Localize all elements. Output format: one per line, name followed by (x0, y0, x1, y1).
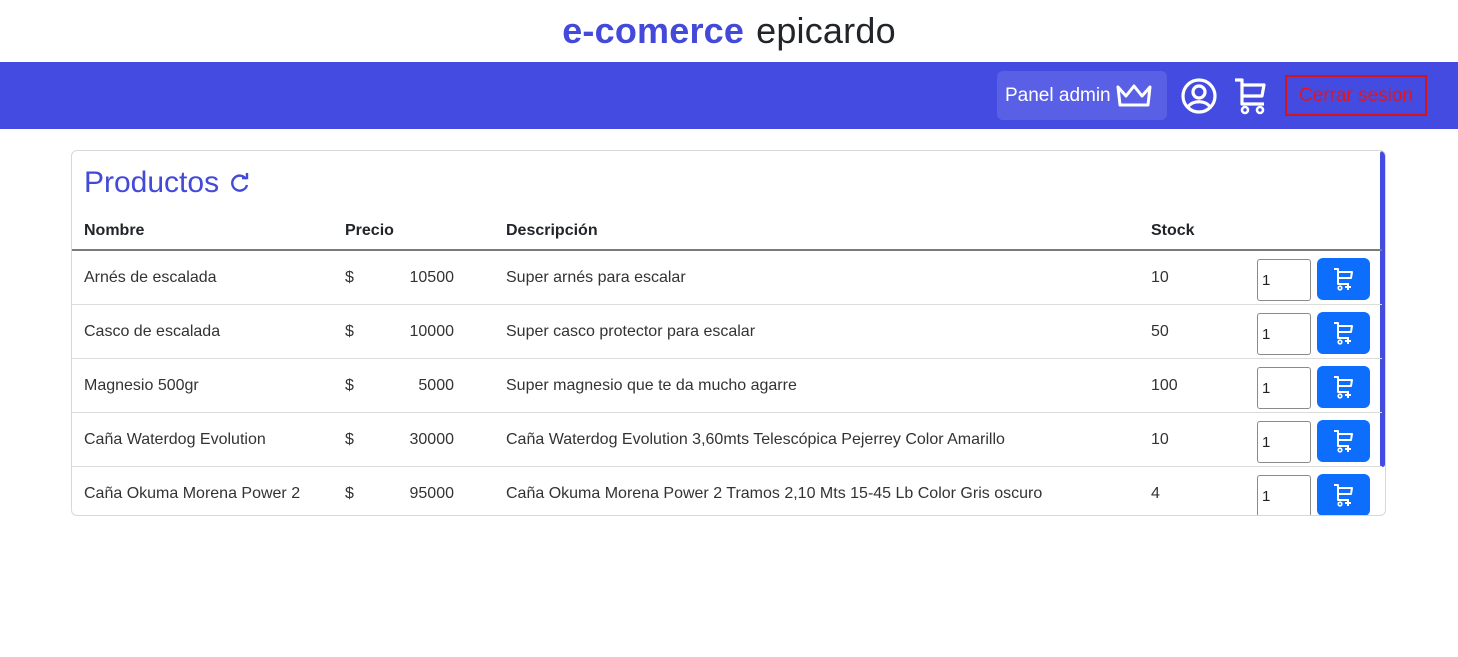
user-circle-icon[interactable] (1180, 77, 1218, 115)
cart-plus-icon (1333, 376, 1353, 399)
admin-panel-button[interactable]: Panel admin (997, 71, 1167, 120)
product-name: Caña Waterdog Evolution (84, 430, 266, 448)
cart-plus-icon (1333, 430, 1353, 453)
brand-name-strong: e-comerce (562, 10, 745, 51)
table-row: Caña Okuma Morena Power 2 $ 95000 Caña O… (72, 467, 1382, 515)
quantity-input[interactable] (1257, 421, 1311, 463)
brand-name-rest: epicardo (756, 10, 896, 51)
product-price: 30000 (409, 430, 455, 448)
column-header-description: Descripción (506, 222, 598, 239)
column-header-stock: Stock (1151, 222, 1195, 239)
navbar: Panel admin Cerrar sesion (0, 62, 1458, 129)
quantity-input[interactable] (1257, 367, 1311, 409)
product-name: Magnesio 500gr (84, 376, 199, 394)
currency-symbol: $ (345, 376, 354, 394)
column-header-price: Precio (345, 222, 394, 239)
product-description: Super casco protector para escalar (506, 322, 756, 340)
site-title: e-comerce epicardo (0, 0, 1458, 62)
product-price: 10000 (409, 322, 455, 340)
product-name: Arnés de escalada (84, 268, 217, 286)
add-to-cart-button[interactable] (1317, 366, 1370, 408)
product-description: Super arnés para escalar (506, 268, 686, 286)
currency-symbol: $ (345, 485, 354, 502)
product-name: Caña Okuma Morena Power 2 (84, 485, 301, 502)
product-stock: 10 (1151, 268, 1169, 286)
product-name: Casco de escalada (84, 322, 221, 340)
products-card: Productos Nombre Precio Descripción Stoc… (71, 150, 1386, 516)
product-stock: 4 (1151, 485, 1160, 502)
product-description: Caña Waterdog Evolution 3,60mts Telescóp… (506, 430, 1005, 448)
product-price: 10500 (409, 268, 455, 286)
currency-symbol: $ (345, 268, 354, 286)
table-row: Caña Waterdog Evolution $ 30000 Caña Wat… (72, 413, 1382, 467)
quantity-input[interactable] (1257, 259, 1311, 301)
add-to-cart-button[interactable] (1317, 420, 1370, 462)
table-row: Casco de escalada $ 10000 Super casco pr… (72, 305, 1382, 359)
cart-plus-icon (1333, 484, 1353, 507)
products-title: Productos (84, 166, 251, 200)
logout-button[interactable]: Cerrar sesion (1285, 75, 1427, 116)
cart-plus-icon (1333, 268, 1353, 291)
product-stock: 50 (1151, 322, 1169, 340)
product-stock: 10 (1151, 430, 1169, 448)
add-to-cart-button[interactable] (1317, 258, 1370, 300)
cart-icon[interactable] (1233, 77, 1267, 115)
crown-icon (1116, 84, 1152, 106)
currency-symbol: $ (345, 322, 354, 340)
table-row: Arnés de escalada $ 10500 Super arnés pa… (72, 251, 1382, 305)
currency-symbol: $ (345, 430, 354, 448)
refresh-icon[interactable] (229, 172, 251, 194)
product-description: Caña Okuma Morena Power 2 Tramos 2,10 Mt… (506, 485, 1043, 502)
cart-plus-icon (1333, 322, 1353, 345)
admin-panel-label: Panel admin (1005, 84, 1111, 106)
add-to-cart-button[interactable] (1317, 312, 1370, 354)
quantity-input[interactable] (1257, 313, 1311, 355)
quantity-input[interactable] (1257, 475, 1311, 515)
product-description: Super magnesio que te da mucho agarre (506, 376, 797, 394)
table-header: Nombre Precio Descripción Stock (72, 213, 1382, 251)
add-to-cart-button[interactable] (1317, 474, 1370, 515)
table-row: Magnesio 500gr $ 5000 Super magnesio que… (72, 359, 1382, 413)
column-header-name: Nombre (84, 222, 145, 239)
products-title-label: Productos (84, 166, 220, 199)
product-price: 5000 (418, 376, 454, 394)
product-stock: 100 (1151, 376, 1178, 394)
product-price: 95000 (409, 485, 455, 502)
